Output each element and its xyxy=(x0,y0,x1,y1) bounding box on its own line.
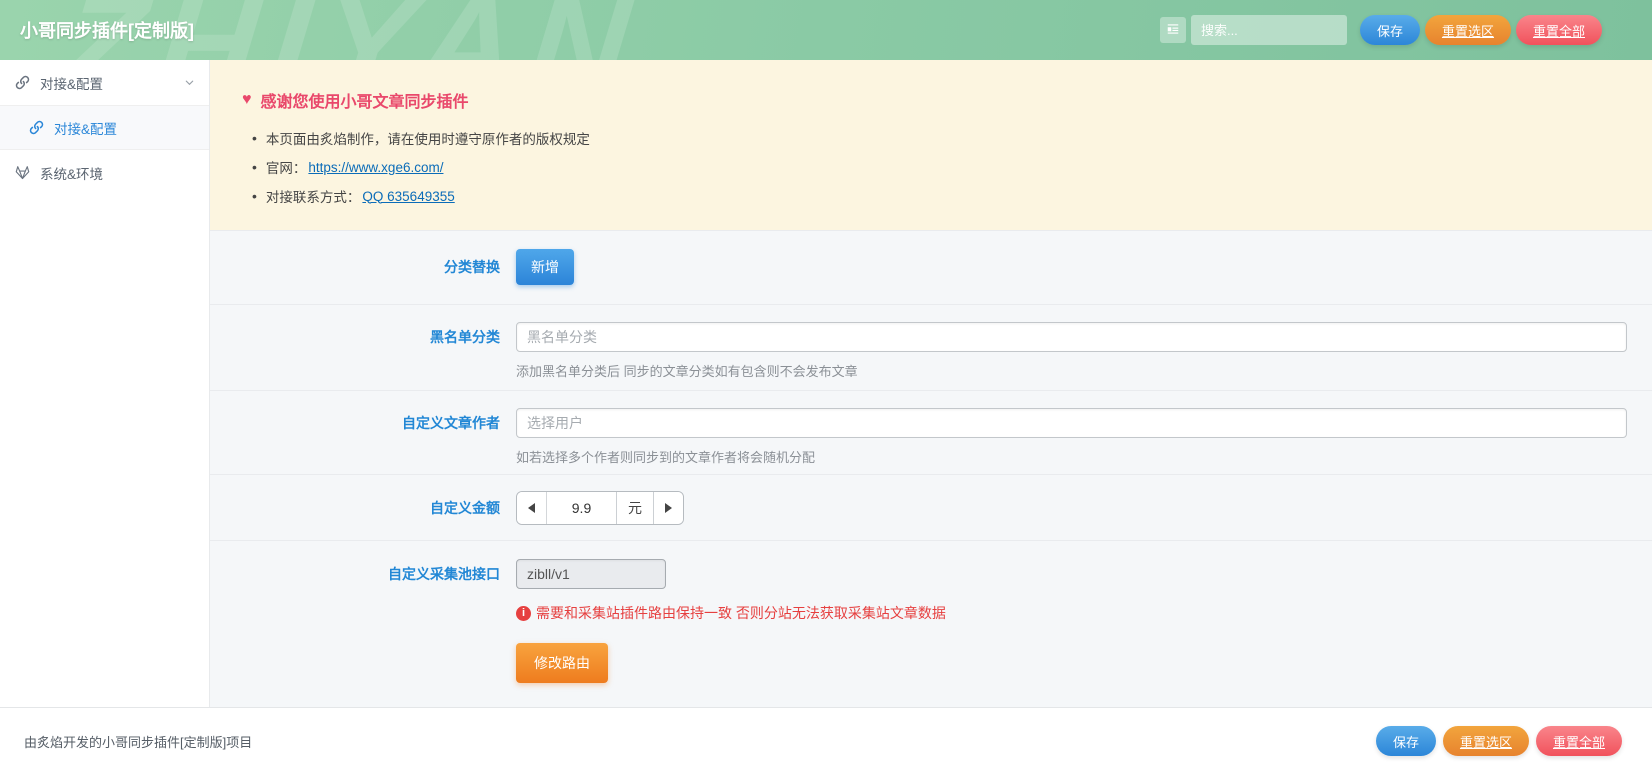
api-route-input[interactable] xyxy=(516,559,666,589)
link-icon xyxy=(28,119,45,136)
notice-line-prefix: 官网： xyxy=(266,157,307,177)
sidebar: 对接&配置 对接&配置 xyxy=(0,60,210,707)
reset-all-button[interactable]: 重置全部 xyxy=(1536,726,1622,756)
add-category-button[interactable]: 新增 xyxy=(516,249,574,285)
field-row-category-replace: 分类替换 新增 xyxy=(210,230,1652,304)
blacklist-category-input[interactable] xyxy=(516,322,1627,352)
field-label: 自定义采集池接口 xyxy=(210,559,500,683)
api-warning-text: 需要和采集站插件路由保持一致 否则分站无法获取采集站文章数据 xyxy=(536,603,946,623)
list-view-button[interactable] xyxy=(1160,17,1186,43)
field-label: 黑名单分类 xyxy=(210,322,500,390)
field-label: 自定义金额 xyxy=(210,498,500,518)
notice-title: 感谢您使用小哥文章同步插件 xyxy=(261,88,469,112)
decrement-button[interactable] xyxy=(517,492,547,524)
gitlab-icon xyxy=(14,164,31,181)
chevron-right-icon xyxy=(665,503,672,513)
thanks-notice: 感谢您使用小哥文章同步插件 本页面由炙焰制作，请在使用时遵守原作者的版权规定 官… xyxy=(210,60,1652,230)
chevron-down-icon xyxy=(184,77,195,88)
api-warning: 需要和采集站插件路由保持一致 否则分站无法获取采集站文章数据 xyxy=(516,603,1627,623)
sidebar-item-label: 系统&环境 xyxy=(40,163,103,183)
list-item: 官网： https://www.xge6.com/ xyxy=(242,157,1652,177)
qq-contact-link[interactable]: QQ 635649355 xyxy=(362,189,454,204)
field-control: 如若选择多个作者则同步到的文章作者将会随机分配 xyxy=(516,408,1627,474)
amount-unit: 元 xyxy=(617,492,653,524)
field-control: 添加黑名单分类后 同步的文章分类如有包含则不会发布文章 xyxy=(516,322,1627,390)
website-link[interactable]: https://www.xge6.com/ xyxy=(308,160,443,175)
field-row-author: 自定义文章作者 如若选择多个作者则同步到的文章作者将会随机分配 xyxy=(210,390,1652,474)
author-select-input[interactable] xyxy=(516,408,1627,438)
top-bar: ZHIYAN 小哥同步插件[定制版] 保存 重置选区 重置全部 xyxy=(0,0,1652,60)
field-control: 需要和采集站插件路由保持一致 否则分站无法获取采集站文章数据 修改路由 xyxy=(516,559,1627,683)
field-row-api: 自定义采集池接口 需要和采集站插件路由保持一致 否则分站无法获取采集站文章数据 … xyxy=(210,540,1652,707)
field-help-text: 添加黑名单分类后 同步的文章分类如有包含则不会发布文章 xyxy=(516,361,1627,380)
sidebar-item-label: 对接&配置 xyxy=(54,118,117,138)
chevron-left-icon xyxy=(528,503,535,513)
edit-route-button[interactable]: 修改路由 xyxy=(516,643,608,683)
settings-content: 感谢您使用小哥文章同步插件 本页面由炙焰制作，请在使用时遵守原作者的版权规定 官… xyxy=(210,60,1652,707)
save-button[interactable]: 保存 xyxy=(1376,726,1436,756)
field-control: 元 xyxy=(516,491,1627,525)
field-help-text: 如若选择多个作者则同步到的文章作者将会随机分配 xyxy=(516,447,1627,466)
footer-actions: 保存 重置选区 重置全部 xyxy=(1376,726,1622,756)
amount-stepper: 元 xyxy=(516,491,684,525)
app-window: ZHIYAN 小哥同步插件[定制版] 保存 重置选区 重置全部 xyxy=(0,0,1652,774)
sidebar-item-label: 对接&配置 xyxy=(40,73,103,93)
main-wrap: 对接&配置 对接&配置 xyxy=(0,60,1652,707)
info-icon xyxy=(516,606,531,621)
footer-credit-text: 由炙焰开发的小哥同步插件[定制版]项目 xyxy=(24,732,252,751)
field-control: 新增 xyxy=(516,249,1627,285)
notice-line-prefix: 对接联系方式： xyxy=(266,186,361,206)
field-row-blacklist: 黑名单分类 添加黑名单分类后 同步的文章分类如有包含则不会发布文章 xyxy=(210,304,1652,390)
increment-button[interactable] xyxy=(653,492,683,524)
notice-list: 本页面由炙焰制作，请在使用时遵守原作者的版权规定 官网： https://www… xyxy=(242,128,1652,206)
field-row-amount: 自定义金额 元 xyxy=(210,474,1652,540)
field-label: 自定义文章作者 xyxy=(210,408,500,474)
reset-all-button[interactable]: 重置全部 xyxy=(1516,15,1602,45)
field-label: 分类替换 xyxy=(210,257,500,277)
notice-title-row: 感谢您使用小哥文章同步插件 xyxy=(242,88,1652,112)
search-input[interactable] xyxy=(1191,15,1347,45)
reset-selection-button[interactable]: 重置选区 xyxy=(1425,15,1511,45)
reset-selection-button[interactable]: 重置选区 xyxy=(1443,726,1529,756)
sidebar-item-connect-config[interactable]: 对接&配置 xyxy=(0,105,209,150)
footer: 由炙焰开发的小哥同步插件[定制版]项目 保存 重置选区 重置全部 xyxy=(0,707,1652,774)
heart-icon xyxy=(242,92,252,108)
link-icon xyxy=(14,74,31,91)
amount-input[interactable] xyxy=(547,492,617,524)
topbar-actions: 保存 重置选区 重置全部 xyxy=(1160,15,1602,45)
save-button[interactable]: 保存 xyxy=(1360,15,1420,45)
list-item: 对接联系方式： QQ 635649355 xyxy=(242,186,1652,206)
sidebar-item-system-env[interactable]: 系统&环境 xyxy=(0,150,209,195)
page-title: 小哥同步插件[定制版] xyxy=(20,17,194,43)
list-icon xyxy=(1166,22,1180,39)
notice-line-text: 本页面由炙焰制作，请在使用时遵守原作者的版权规定 xyxy=(266,128,590,148)
list-item: 本页面由炙焰制作，请在使用时遵守原作者的版权规定 xyxy=(242,128,1652,148)
sidebar-item-connect-config-parent[interactable]: 对接&配置 xyxy=(0,60,209,105)
